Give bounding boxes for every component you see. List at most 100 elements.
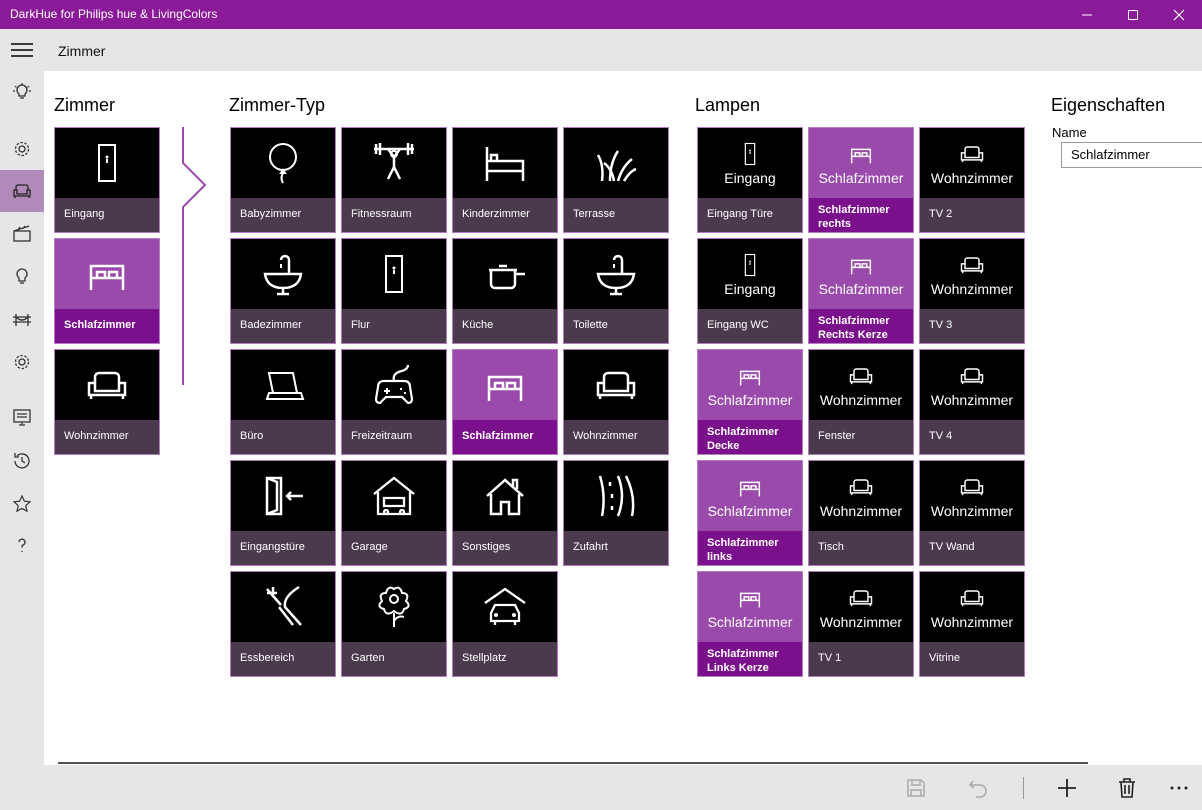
tile-label: Fitnessraum: [342, 198, 446, 232]
tile[interactable]: Schlafzimmer Schlafzimmer Decke: [697, 349, 803, 455]
window-title: DarkHue for Philips hue & LivingColors: [10, 7, 218, 21]
tile[interactable]: Schlafzimmer Schlafzimmer rechts: [808, 127, 914, 233]
tile[interactable]: Schlafzimmer: [54, 238, 160, 344]
tile[interactable]: Wohnzimmer TV 1: [808, 571, 914, 677]
house-icon: [485, 478, 525, 516]
tile[interactable]: Wohnzimmer: [54, 349, 160, 455]
page-title: Zimmer: [58, 43, 106, 59]
tile[interactable]: Wohnzimmer TV 3: [919, 238, 1025, 344]
more-button[interactable]: [1164, 773, 1194, 803]
nav-bridge[interactable]: [0, 298, 44, 340]
tile-label: Schlafzimmer: [453, 420, 557, 454]
pot-icon: [487, 264, 527, 290]
tile[interactable]: Wohnzimmer Fenster: [808, 349, 914, 455]
undo-button[interactable]: [963, 773, 993, 803]
close-icon: [1173, 9, 1185, 20]
bed-icon: [850, 148, 872, 165]
tile-label: TV Wand: [920, 531, 1024, 565]
nav-help[interactable]: [0, 525, 44, 567]
tile[interactable]: Büro: [230, 349, 336, 455]
tile-label: Sonstiges: [453, 531, 557, 565]
nav-lights[interactable]: [0, 71, 44, 113]
tile[interactable]: Garage: [341, 460, 447, 566]
lamp-room-name: Wohnzimmer: [930, 503, 1014, 519]
close-button[interactable]: [1156, 0, 1202, 29]
tile[interactable]: Schlafzimmer Schlafzimmer Links Kerze: [697, 571, 803, 677]
sofa-icon: [960, 146, 984, 163]
tile-label: Freizeitraum: [342, 420, 446, 454]
tile-icon-area: Schlafzimmer: [809, 128, 913, 198]
save-button[interactable]: [901, 773, 931, 803]
sofa-icon: [13, 184, 31, 198]
nav-lamps[interactable]: [0, 255, 44, 297]
tile[interactable]: Eingang: [54, 127, 160, 233]
tile[interactable]: Schlafzimmer Schlafzimmer links: [697, 460, 803, 566]
tile-label: Babyzimmer: [231, 198, 335, 232]
tile-icon-area: [231, 572, 335, 642]
tile-label: Büro: [231, 420, 335, 454]
bed-icon: [485, 145, 525, 183]
tile[interactable]: Sonstiges: [452, 460, 558, 566]
tile-label: Kinderzimmer: [453, 198, 557, 232]
tile[interactable]: Wohnzimmer Vitrine: [919, 571, 1025, 677]
tile[interactable]: Freizeitraum: [341, 349, 447, 455]
tile[interactable]: Eingang Eingang WC: [697, 238, 803, 344]
flyout-chevron: [182, 127, 207, 385]
minimize-icon: [1082, 14, 1092, 15]
garage-icon: [372, 476, 416, 516]
lamp-room-name: Wohnzimmer: [819, 503, 903, 519]
tile-label: Essbereich: [231, 642, 335, 676]
lamp-room-name: Schlafzimmer: [707, 392, 793, 408]
tile[interactable]: Schlafzimmer: [452, 349, 558, 455]
nav-scenes[interactable]: [0, 212, 44, 254]
tile[interactable]: Badezimmer: [230, 238, 336, 344]
tile[interactable]: Garten: [341, 571, 447, 677]
hamburger-button[interactable]: [0, 29, 44, 71]
tile[interactable]: Eingangstüre: [230, 460, 336, 566]
tile[interactable]: Toilette: [563, 238, 669, 344]
nav-settings[interactable]: [0, 128, 44, 170]
tile[interactable]: Wohnzimmer TV 4: [919, 349, 1025, 455]
tile-icon-area: Schlafzimmer: [698, 350, 802, 420]
minimize-button[interactable]: [1064, 0, 1110, 29]
name-input[interactable]: Schlafzimmer: [1061, 142, 1202, 168]
add-button[interactable]: [1052, 773, 1082, 803]
tile[interactable]: Flur: [341, 238, 447, 344]
nav-history[interactable]: [0, 440, 44, 482]
name-label: Name: [1052, 125, 1087, 140]
tile[interactable]: Zufahrt: [563, 460, 669, 566]
tile-icon-area: [453, 461, 557, 531]
horizontal-scrollbar[interactable]: [58, 762, 1088, 764]
tile-label: Garten: [342, 642, 446, 676]
lamp-room-name: Wohnzimmer: [930, 281, 1014, 297]
sofa-icon: [849, 479, 873, 496]
tile[interactable]: Stellplatz: [452, 571, 558, 677]
tile[interactable]: Wohnzimmer TV Wand: [919, 460, 1025, 566]
tile[interactable]: Fitnessraum: [341, 127, 447, 233]
tile[interactable]: Schlafzimmer Schlafzimmer Rechts Kerze: [808, 238, 914, 344]
tile[interactable]: Wohnzimmer Tisch: [808, 460, 914, 566]
delete-button[interactable]: [1112, 773, 1142, 803]
tile[interactable]: Wohnzimmer TV 2: [919, 127, 1025, 233]
tile[interactable]: Essbereich: [230, 571, 336, 677]
hamburger-icon: [11, 43, 33, 57]
tile[interactable]: Eingang Eingang Türe: [697, 127, 803, 233]
help-icon: [18, 538, 26, 552]
tile[interactable]: Kinderzimmer: [452, 127, 558, 233]
section-eigenschaften: Eigenschaften: [1051, 95, 1166, 115]
door-icon: [744, 142, 756, 166]
tile[interactable]: Wohnzimmer: [563, 349, 669, 455]
nav-config[interactable]: [0, 341, 44, 383]
section-lampen: Lampen: [695, 95, 761, 115]
tile-label: Eingang WC: [698, 309, 802, 343]
nav-schedules[interactable]: [0, 396, 44, 438]
tile-icon-area: [55, 350, 159, 420]
tile-label: Schlafzimmer rechts: [809, 198, 913, 232]
tile[interactable]: Terrasse: [563, 127, 669, 233]
maximize-button[interactable]: [1110, 0, 1156, 29]
nav-rooms[interactable]: [0, 170, 44, 212]
nav-favorites[interactable]: [0, 483, 44, 525]
tile[interactable]: Küche: [452, 238, 558, 344]
tile-icon-area: Wohnzimmer: [920, 128, 1024, 198]
tile[interactable]: Babyzimmer: [230, 127, 336, 233]
